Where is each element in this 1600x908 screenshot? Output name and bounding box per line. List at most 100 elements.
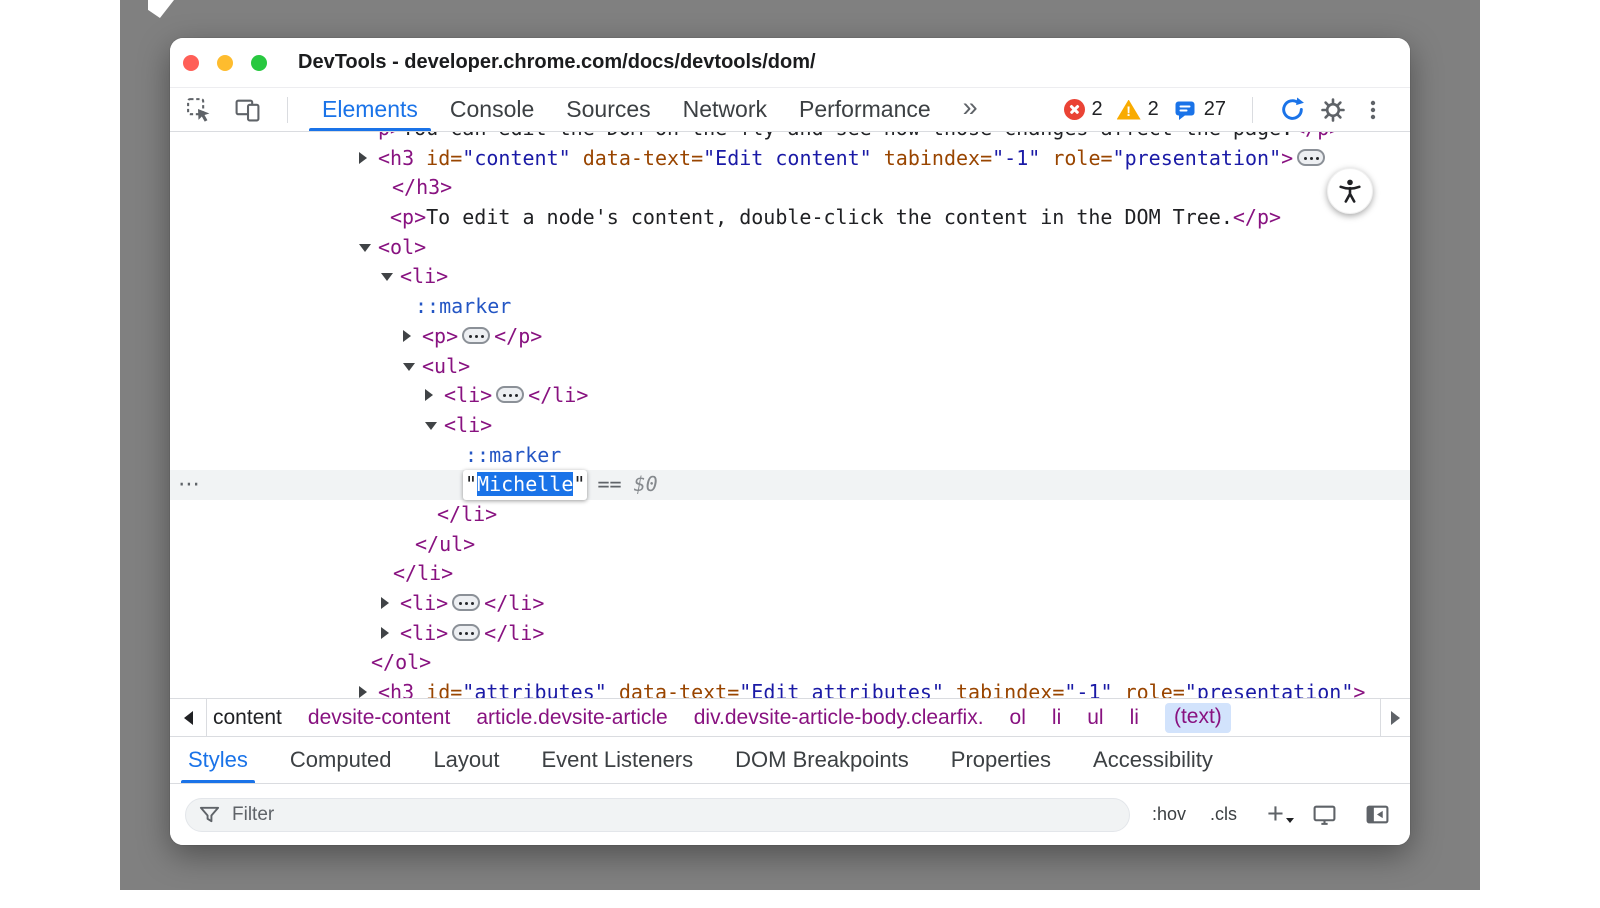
- token-tag: <li>: [400, 264, 448, 288]
- panel-tab-accessibility[interactable]: Accessibility: [1091, 737, 1215, 783]
- token-text: To edit a node's content, double-click t…: [426, 205, 1233, 229]
- panel-tabs: Styles Computed Layout Event Listeners DOM B…: [170, 737, 1410, 784]
- dom-tree-line[interactable]: <li></li>: [170, 381, 1410, 411]
- ellipsis-expand-button[interactable]: [462, 327, 490, 344]
- dom-tree-line[interactable]: <li>: [170, 262, 1410, 292]
- token-tag: <ul>: [422, 354, 470, 378]
- dom-tree-line[interactable]: <h3 id="content" data-text="Edit content…: [170, 144, 1410, 174]
- expand-arrow-icon[interactable]: [359, 686, 367, 698]
- dom-tree-line[interactable]: <li></li>: [170, 619, 1410, 649]
- new-style-rule-button[interactable]: +: [1267, 800, 1284, 829]
- dom-tree-line[interactable]: p>You can edit the DOM on the fly and se…: [170, 132, 1410, 144]
- breadcrumb-item-devsite-content[interactable]: devsite-content: [308, 706, 450, 730]
- toggle-computed-sidebar-button[interactable]: [1365, 802, 1390, 827]
- dom-tree-line[interactable]: </li>: [170, 500, 1410, 530]
- toggle-element-state-button[interactable]: :hov: [1152, 804, 1186, 825]
- ellipsis-expand-button[interactable]: [452, 624, 480, 641]
- expand-arrow-icon[interactable]: [425, 389, 433, 401]
- menu-button[interactable]: [1360, 97, 1386, 123]
- collapse-arrow-icon[interactable]: [425, 422, 437, 430]
- expand-arrow-icon[interactable]: [381, 627, 389, 639]
- breadcrumb-scroll-right-button[interactable]: [1380, 699, 1410, 736]
- token-tag: </h3>: [392, 175, 452, 199]
- dom-tree-line[interactable]: </ul>: [170, 530, 1410, 560]
- minimize-window-button[interactable]: [217, 55, 233, 71]
- dom-tree-line[interactable]: <ul>: [170, 352, 1410, 382]
- sync-button[interactable]: [1279, 96, 1306, 123]
- breadcrumb-item-ul[interactable]: ul: [1087, 706, 1103, 730]
- row-overflow-menu-icon[interactable]: ⋯: [178, 470, 200, 500]
- ellipsis-expand-button[interactable]: [496, 386, 524, 403]
- tab-sources[interactable]: Sources: [550, 88, 666, 131]
- dom-tree-line[interactable]: <li>: [170, 411, 1410, 441]
- token-val: "-1": [1064, 680, 1112, 698]
- breadcrumb-item-article-devsite-article[interactable]: article.devsite-article: [476, 706, 667, 730]
- breadcrumb-item-content[interactable]: content: [213, 706, 282, 730]
- token-val: "attributes": [462, 680, 607, 698]
- dom-tree-line[interactable]: </ol>: [170, 648, 1410, 678]
- dot-icon: [503, 394, 506, 397]
- accessibility-button[interactable]: [1327, 168, 1373, 214]
- expand-arrow-icon[interactable]: [359, 152, 367, 164]
- collapse-arrow-icon[interactable]: [403, 363, 415, 371]
- token-dollar: $0: [634, 472, 658, 496]
- collapse-arrow-icon[interactable]: [381, 273, 393, 281]
- inspect-element-button[interactable]: [185, 96, 212, 123]
- tab-console[interactable]: Console: [434, 88, 550, 131]
- token-eq: ==: [585, 472, 633, 496]
- dom-tree-line[interactable]: ::marker: [170, 292, 1410, 322]
- dot-icon: [465, 632, 468, 635]
- titlebar[interactable]: DevTools - developer.chrome.com/docs/dev…: [170, 38, 1410, 88]
- breadcrumb-scroll-left-button[interactable]: [170, 699, 207, 736]
- panel-tab-dom-breakpoints[interactable]: DOM Breakpoints: [733, 737, 911, 783]
- token-val: "Edit content": [703, 146, 872, 170]
- breadcrumb-item-li[interactable]: li: [1052, 706, 1061, 730]
- dom-tree-line[interactable]: </li>: [170, 559, 1410, 589]
- close-window-button[interactable]: [183, 55, 199, 71]
- tab-performance[interactable]: Performance: [783, 88, 947, 131]
- toggle-rendering-emulations-button[interactable]: [1312, 802, 1337, 827]
- error-badge[interactable]: 2: [1064, 98, 1103, 121]
- ellipsis-expand-button[interactable]: [1297, 149, 1325, 166]
- breadcrumb-item-div-devsite-article-body-clearfix[interactable]: div.devsite-article-body.clearfix.: [694, 706, 984, 730]
- panel-tab-properties[interactable]: Properties: [949, 737, 1053, 783]
- dom-tree-line[interactable]: <p></p>: [170, 322, 1410, 352]
- warning-badge[interactable]: ! 2: [1117, 98, 1159, 121]
- token-attr: role=: [1113, 680, 1185, 698]
- token-pseudo: ::marker: [465, 443, 561, 467]
- dom-tree-line[interactable]: ::marker: [170, 441, 1410, 471]
- main-tabs: ElementsConsoleSourcesNetworkPerformance: [306, 88, 947, 131]
- device-toolbar-button[interactable]: [234, 96, 261, 123]
- tab-network[interactable]: Network: [667, 88, 783, 131]
- dot-icon: [471, 632, 474, 635]
- breadcrumb-item-text[interactable]: (text): [1165, 703, 1231, 733]
- settings-button[interactable]: [1320, 97, 1346, 123]
- panel-tab-styles[interactable]: Styles: [186, 737, 250, 783]
- ellipsis-expand-button[interactable]: [452, 594, 480, 611]
- token-text: You can edit the DOM on the fly and see …: [402, 132, 1293, 140]
- panel-tab-event-listeners[interactable]: Event Listeners: [540, 737, 696, 783]
- dom-tree-line[interactable]: <li></li>: [170, 589, 1410, 619]
- filter-input[interactable]: [230, 803, 1117, 827]
- dom-tree-line[interactable]: ⋯ "Michelle" == $0: [170, 470, 1410, 500]
- dom-tree-line[interactable]: <ol>: [170, 233, 1410, 263]
- element-classes-button[interactable]: .cls: [1210, 804, 1237, 825]
- inline-text-editor[interactable]: "Michelle": [463, 470, 587, 500]
- expand-arrow-icon[interactable]: [381, 597, 389, 609]
- style-filter[interactable]: [185, 798, 1130, 832]
- plus-icon: +: [1267, 800, 1284, 829]
- breadcrumb-item-ol[interactable]: ol: [1010, 706, 1026, 730]
- more-panels-button[interactable]: »: [963, 92, 978, 127]
- dom-tree-line[interactable]: <p>To edit a node's content, double-clic…: [170, 203, 1410, 233]
- zoom-window-button[interactable]: [251, 55, 267, 71]
- panel-tab-layout[interactable]: Layout: [431, 737, 501, 783]
- expand-arrow-icon[interactable]: [403, 330, 411, 342]
- dom-tree-line[interactable]: </h3>: [170, 173, 1410, 203]
- tab-elements[interactable]: Elements: [306, 88, 434, 131]
- token-tag: </li>: [528, 383, 588, 407]
- breadcrumb-item-li[interactable]: li: [1130, 706, 1139, 730]
- dom-tree-line[interactable]: <h3 id="attributes" data-text="Edit attr…: [170, 678, 1410, 698]
- issues-badge[interactable]: 27: [1173, 98, 1226, 122]
- collapse-arrow-icon[interactable]: [359, 244, 371, 252]
- panel-tab-computed[interactable]: Computed: [288, 737, 394, 783]
